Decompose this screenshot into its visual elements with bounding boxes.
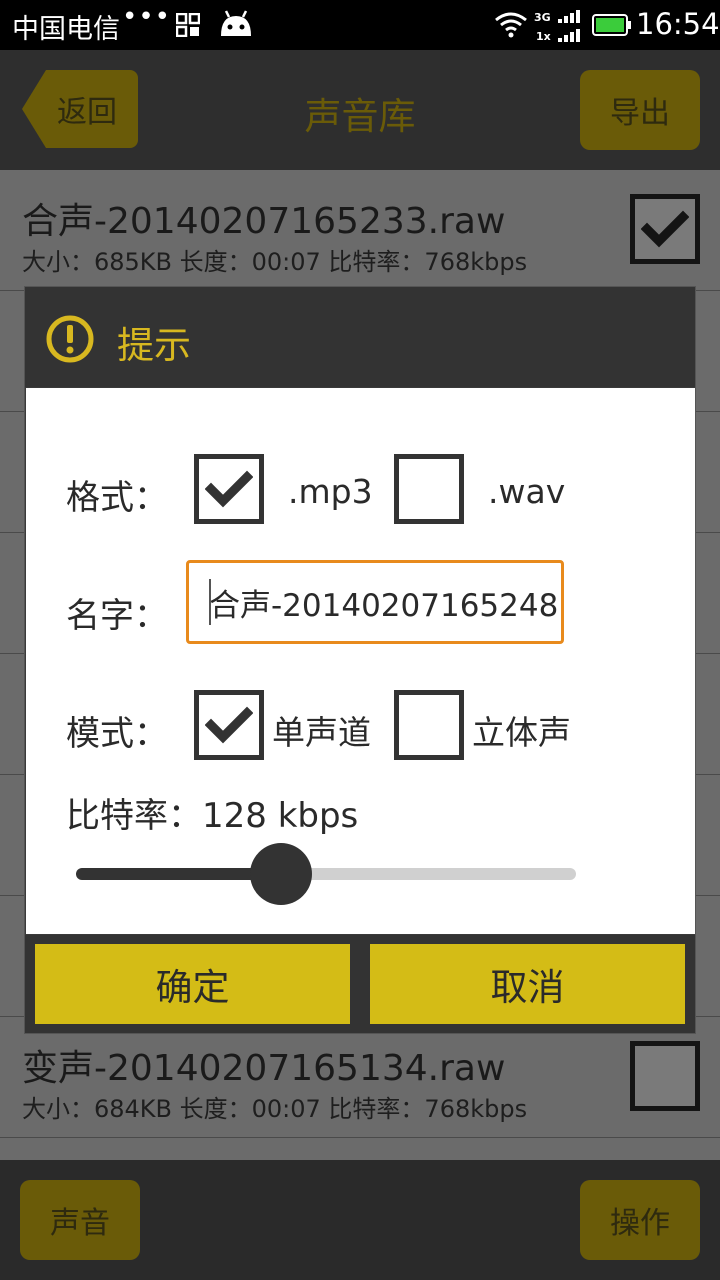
app-header: 返回 声音库 导出 (0, 50, 720, 170)
bottom-toolbar: 声音 操作 (0, 1160, 720, 1280)
action-button[interactable]: 操作 (580, 1180, 700, 1260)
battery-icon (592, 14, 632, 40)
stereo-checkbox[interactable] (394, 690, 464, 760)
file-name: 合声-20140207165233.raw (22, 201, 506, 242)
wav-checkbox[interactable] (394, 454, 464, 524)
file-meta: 大小：684KB 长度：00:07 比特率：768kbps (22, 1095, 528, 1123)
format-label: 格式： (66, 478, 168, 518)
status-bar: 中国电信 ••• 3G 1x 16:54 (0, 0, 720, 50)
file-name: 变声-20140207165134.raw (22, 1048, 506, 1089)
android-icon (218, 10, 254, 42)
file-select-checkbox[interactable] (630, 194, 700, 264)
clock: 16:54 (636, 7, 720, 41)
mono-checkbox[interactable] (194, 690, 264, 760)
bitrate-slider-track[interactable] (281, 868, 576, 880)
app-grid-icon (175, 12, 201, 41)
warning-icon (45, 314, 95, 368)
dialog-body: 格式： .mp3 .wav 名字： 模式： 单声道 立体声 比特率：128 kb… (26, 388, 695, 934)
checkmark-icon (205, 706, 253, 744)
svg-text:3G: 3G (534, 11, 551, 24)
svg-text:1x: 1x (536, 30, 551, 43)
file-name-input[interactable] (189, 563, 561, 641)
confirm-button[interactable]: 确定 (35, 944, 350, 1024)
cellular-signal-icon: 3G 1x (534, 9, 586, 47)
list-item[interactable]: 变声-20140207165134.raw 大小：684KB 长度：00:07 … (0, 1017, 720, 1138)
dialog-header: 提示 (25, 287, 695, 387)
mp3-checkbox[interactable] (194, 454, 264, 524)
bitrate-slider-thumb[interactable] (250, 843, 312, 905)
sound-button[interactable]: 声音 (20, 1180, 140, 1260)
file-name-field[interactable] (186, 560, 564, 644)
list-item[interactable]: 合声-20140207165233.raw 大小：685KB 长度：00:07 … (0, 170, 720, 291)
export-dialog: 提示 格式： .mp3 .wav 名字： 模式： 单声道 立体声 比特率：1 (24, 286, 696, 1034)
bitrate-label: 比特率：128 kbps (66, 796, 359, 836)
file-select-checkbox[interactable] (630, 1041, 700, 1111)
wav-option-label: .wav (488, 472, 566, 511)
file-meta: 大小：685KB 长度：00:07 比特率：768kbps (22, 248, 528, 276)
more-notifications-dots: ••• (122, 2, 172, 32)
checkmark-icon (205, 470, 253, 508)
name-label: 名字： (66, 596, 168, 636)
carrier-name: 中国电信 (12, 14, 120, 45)
wifi-icon (494, 12, 528, 42)
text-caret (209, 579, 211, 625)
export-button[interactable]: 导出 (580, 70, 700, 150)
stereo-option-label: 立体声 (472, 713, 571, 752)
mode-label: 模式： (66, 714, 168, 754)
cancel-button[interactable]: 取消 (370, 944, 685, 1024)
mono-option-label: 单声道 (272, 713, 371, 752)
dialog-title: 提示 (117, 324, 191, 367)
checkmark-icon (641, 210, 689, 248)
mp3-option-label: .mp3 (288, 472, 373, 511)
dialog-footer: 确定 取消 (25, 935, 695, 1033)
